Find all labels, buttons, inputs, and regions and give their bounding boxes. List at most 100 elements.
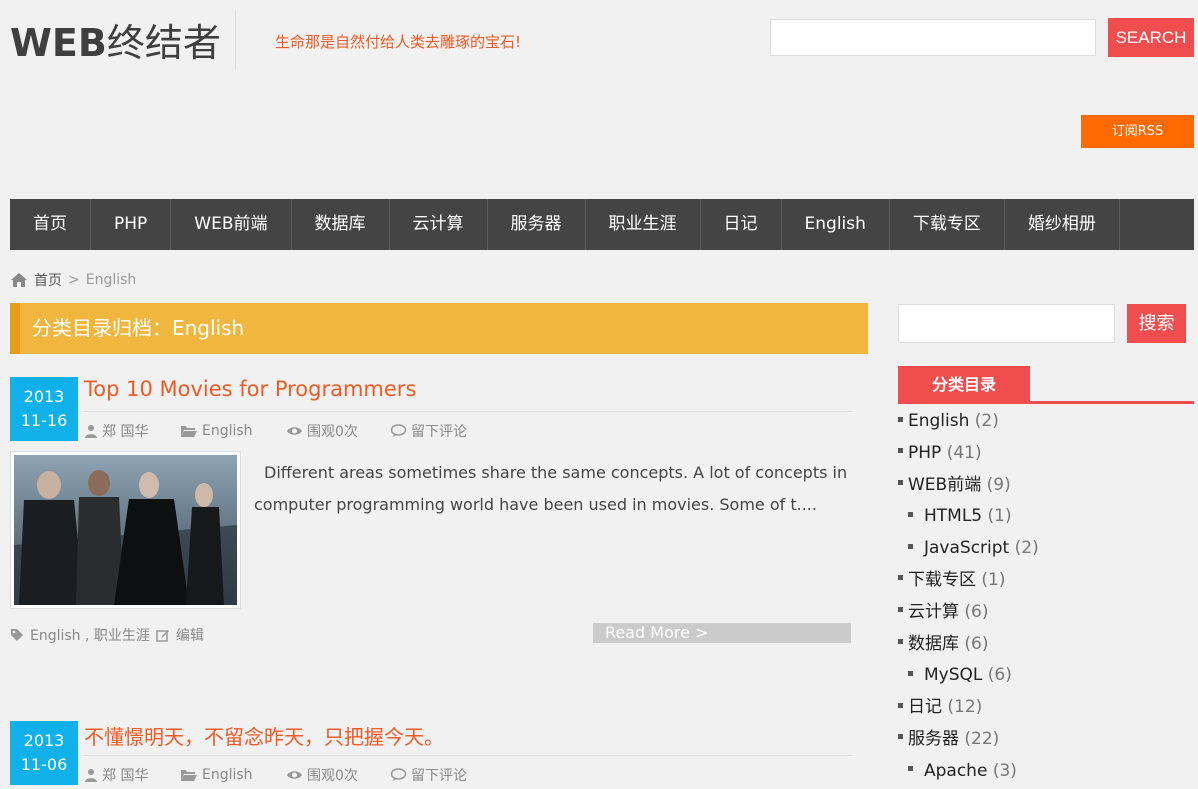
category-item[interactable]: 下载专区 (1) — [898, 565, 1194, 597]
post-author-name: 郑 国华 — [102, 768, 149, 784]
read-more-button[interactable]: Read More > — [593, 623, 851, 643]
post-title-link[interactable]: Top 10 Movies for Programmers — [84, 377, 416, 401]
category-list: English (2) PHP (41) WEB前端 (9) HTML5 (1)… — [898, 406, 1194, 788]
category-item[interactable]: 云计算 (6) — [898, 597, 1194, 629]
post-title-link[interactable]: 不懂憬明天，不留念昨天，只把握今天。 — [84, 721, 444, 750]
category-item[interactable]: English (2) — [898, 406, 1194, 438]
comment-icon — [390, 768, 407, 781]
category-item[interactable]: JavaScript (2) — [898, 533, 1194, 565]
category-name[interactable]: 数据库 — [908, 634, 959, 654]
nav-item-wedding-album[interactable]: 婚纱相册 — [1005, 199, 1120, 250]
nav-item-php[interactable]: PHP — [91, 199, 172, 250]
category-name[interactable]: 下载专区 — [908, 570, 976, 590]
eye-icon — [287, 771, 302, 779]
category-item[interactable]: 服务器 (22) — [898, 724, 1194, 756]
edit-icon — [156, 630, 169, 642]
post-author: 郑 国华 — [84, 765, 180, 785]
header-search-button[interactable]: SEARCH — [1108, 18, 1194, 57]
eye-icon — [287, 427, 302, 435]
nav-item-server[interactable]: 服务器 — [488, 199, 586, 250]
post-category: English — [180, 765, 286, 785]
post-excerpt: Different areas sometimes share the same… — [254, 463, 848, 514]
category-count: (1) — [981, 569, 1006, 590]
sidebar-search-button[interactable]: 搜索 — [1127, 304, 1186, 343]
breadcrumb-separator: > — [68, 272, 80, 288]
post-meta: 郑 国华 English 围观0次 留下评论 — [84, 765, 467, 785]
post-views-count: 围观0次 — [307, 768, 358, 784]
home-icon — [11, 273, 27, 287]
sidebar-tab-categories[interactable]: 分类目录 — [898, 366, 1030, 403]
category-item[interactable]: 日记 (12) — [898, 692, 1194, 724]
category-name[interactable]: 日记 — [908, 697, 942, 717]
category-name[interactable]: JavaScript — [924, 538, 1009, 558]
post-category-link[interactable]: English — [202, 767, 253, 783]
category-name[interactable]: WEB前端 — [908, 475, 981, 495]
post-date-day: 11-06 — [20, 755, 68, 774]
post-comment-link[interactable]: 留下评论 — [411, 421, 467, 441]
rss-subscribe-button[interactable]: 订阅RSS — [1081, 115, 1194, 148]
post-comment[interactable]: 留下评论 — [390, 421, 467, 441]
category-name[interactable]: 服务器 — [908, 729, 959, 749]
nav-item-diary[interactable]: 日记 — [701, 199, 782, 250]
post-tags-links[interactable]: English , 职业生涯 — [30, 625, 150, 645]
post-date: 2013 11-06 — [10, 721, 78, 785]
category-name[interactable]: Apache — [924, 761, 987, 781]
post-card: 2013 11-06 不懂憬明天，不留念昨天，只把握今天。 郑 国华 Engli… — [10, 721, 852, 789]
category-count: (6) — [987, 665, 1012, 686]
post-views: 围观0次 — [286, 765, 390, 785]
site-logo[interactable]: WEB终结者 — [10, 12, 221, 67]
category-count: (6) — [964, 633, 989, 654]
category-item[interactable]: Apache (3) — [898, 756, 1194, 788]
category-count: (2) — [1014, 538, 1039, 559]
category-count: (41) — [946, 442, 982, 463]
nav-item-home[interactable]: 首页 — [10, 199, 91, 250]
logo-rest: 终结者 — [106, 21, 221, 65]
post-date-year: 2013 — [23, 387, 65, 406]
nav-item-web-frontend[interactable]: WEB前端 — [171, 199, 292, 250]
category-name[interactable]: HTML5 — [924, 506, 982, 526]
category-name[interactable]: PHP — [908, 443, 941, 463]
nav-item-english[interactable]: English — [782, 199, 890, 250]
post-category: English — [180, 421, 286, 441]
post-card: 2013 11-16 Top 10 Movies for Programmers… — [10, 377, 852, 647]
logo-divider — [235, 10, 236, 70]
category-count: (12) — [947, 697, 983, 718]
category-name[interactable]: MySQL — [924, 665, 982, 685]
main-nav: 首页 PHP WEB前端 数据库 云计算 服务器 职业生涯 日记 English… — [10, 199, 1194, 250]
title-divider — [84, 755, 852, 756]
category-count: (1) — [987, 506, 1012, 527]
sidebar-search-input[interactable] — [898, 304, 1115, 343]
category-item[interactable]: 数据库 (6) — [898, 629, 1194, 661]
breadcrumb-home-link[interactable]: 首页 — [34, 270, 62, 290]
post-author-name: 郑 国华 — [102, 424, 149, 440]
folder-open-icon — [181, 770, 197, 781]
nav-item-career[interactable]: 职业生涯 — [586, 199, 701, 250]
category-item[interactable]: WEB前端 (9) — [898, 470, 1194, 502]
category-item[interactable]: MySQL (6) — [898, 660, 1194, 692]
post-comment[interactable]: 留下评论 — [390, 765, 467, 785]
post-date-year: 2013 — [23, 731, 65, 750]
sidebar-tab-underline — [898, 401, 1194, 404]
category-item[interactable]: HTML5 (1) — [898, 501, 1194, 533]
post-views-count: 围观0次 — [307, 424, 358, 440]
folder-open-icon — [181, 426, 197, 437]
title-divider — [84, 411, 852, 412]
category-count: (2) — [974, 411, 999, 431]
tag-icon — [11, 629, 23, 641]
post-edit-link[interactable]: 编辑 — [176, 625, 204, 645]
nav-item-database[interactable]: 数据库 — [292, 199, 390, 250]
site-tagline: 生命那是自然付给人类去雕琢的宝石! — [275, 33, 522, 51]
post-comment-link[interactable]: 留下评论 — [411, 765, 467, 785]
category-name[interactable]: 云计算 — [908, 602, 959, 622]
nav-item-downloads[interactable]: 下载专区 — [890, 199, 1005, 250]
post-category-link[interactable]: English — [202, 423, 253, 439]
breadcrumb: 首页 > English — [10, 270, 136, 290]
category-count: (9) — [986, 474, 1011, 495]
comment-icon — [390, 424, 407, 437]
post-tags: English , 职业生涯 编辑 — [10, 625, 204, 645]
nav-item-cloud[interactable]: 云计算 — [390, 199, 488, 250]
header-search-input[interactable] — [770, 19, 1096, 56]
category-name[interactable]: English — [908, 411, 969, 431]
post-thumbnail[interactable] — [10, 451, 241, 609]
category-item[interactable]: PHP (41) — [898, 438, 1194, 470]
